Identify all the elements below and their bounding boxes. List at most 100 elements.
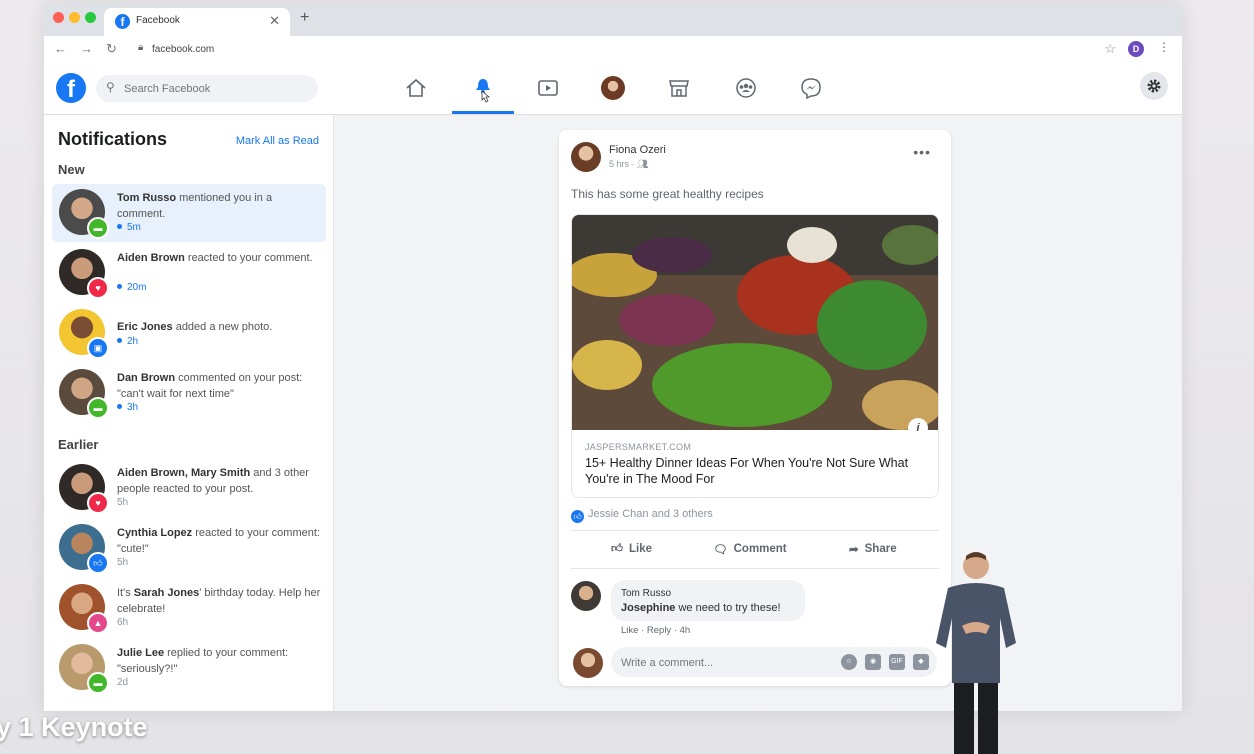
love-badge-icon: ♥	[87, 277, 109, 299]
notification-item[interactable]: 👍︎ Cynthia Lopez reacted to your comment…	[52, 519, 326, 577]
reload-icon[interactable]: ↻	[106, 41, 117, 57]
marketplace-icon	[669, 80, 689, 97]
comment-actions: Like · Reply · 4h	[621, 625, 691, 636]
search-input[interactable]	[122, 79, 306, 99]
maximize-window-button[interactable]	[85, 12, 96, 23]
link-preview-card[interactable]: i JASPERSMARKET.COM 15+ Healthy Dinner I…	[571, 214, 939, 498]
like-button[interactable]: 👍︎ Like	[611, 542, 652, 556]
notification-text: Aiden Brown, Mary Smith and 3 other peop…	[117, 467, 309, 495]
close-tab-icon[interactable]: ✕	[269, 13, 280, 29]
bookmark-star-icon[interactable]: ☆	[1104, 41, 1116, 57]
notification-text: Cynthia Lopez reacted to your comment: "…	[117, 527, 320, 555]
nav-groups[interactable]	[726, 73, 766, 103]
nav-watch[interactable]	[528, 73, 568, 103]
notification-text: Tom Russo mentioned you in a comment.	[117, 192, 273, 220]
notification-item[interactable]: ▲ It's Sarah Jones' birthday today. Help…	[52, 579, 326, 637]
notification-item[interactable]: ▬ Dan Brown commented on your post: "can…	[52, 364, 326, 422]
browser-tab[interactable]: f Facebook ✕	[104, 8, 290, 36]
notification-item[interactable]: ♥ Aiden Brown reacted to your comment. 2…	[52, 244, 326, 302]
minimize-window-button[interactable]	[69, 12, 80, 23]
notification-time: 6h	[117, 617, 129, 628]
browser-menu-icon[interactable]: ⋮	[1158, 40, 1170, 54]
thumbs-up-icon: 👍︎	[611, 543, 624, 555]
author-name[interactable]: Fiona Ozeri	[609, 144, 666, 156]
comment-icon: 🗨︎	[713, 544, 728, 556]
mark-all-read-link[interactable]: Mark All as Read	[236, 135, 319, 147]
settings-button[interactable]	[1140, 72, 1168, 100]
divider	[571, 568, 939, 569]
camera-icon[interactable]: ◉	[865, 654, 881, 670]
search-icon: ⚲	[106, 80, 115, 94]
like-reaction-icon: 👍︎	[571, 510, 584, 523]
reaction-summary[interactable]: 👍︎ Jessie Chan and 3 others	[571, 508, 713, 523]
url-field[interactable]: 🔒︎ facebook.com	[136, 39, 1081, 60]
post-options-button[interactable]: •••	[913, 144, 931, 160]
close-window-button[interactable]	[53, 12, 64, 23]
notification-time: 3h	[117, 402, 138, 413]
share-icon: ➦	[849, 544, 859, 556]
comment-input[interactable]	[619, 653, 833, 673]
emoji-icon[interactable]: ☺	[841, 654, 857, 670]
notification-time: 2h	[117, 336, 138, 347]
share-button[interactable]: ➦ Share	[849, 542, 897, 556]
comment-tools: ☺ ◉ GIF ◆	[841, 654, 929, 670]
sticker-icon[interactable]: ◆	[913, 654, 929, 670]
nav-notifications[interactable]	[463, 73, 503, 103]
lock-icon: 🔒︎	[138, 42, 144, 53]
facebook-logo-icon[interactable]: f	[56, 73, 86, 103]
gear-icon	[1147, 79, 1161, 93]
address-bar: ← → ↻ 🔒︎ facebook.com ☆ D ⋮	[44, 36, 1182, 65]
commenter-avatar[interactable]	[571, 581, 601, 611]
link-title: 15+ Healthy Dinner Ideas For When You're…	[585, 456, 909, 486]
birthday-badge-icon: ▲	[87, 612, 109, 634]
info-icon[interactable]: i	[908, 418, 928, 438]
comment-text: Josephine we need to try these!	[621, 602, 781, 614]
back-icon[interactable]: ←	[54, 41, 67, 56]
presenter-figure	[936, 552, 1016, 754]
new-tab-button[interactable]: +	[300, 9, 309, 27]
author-avatar[interactable]	[571, 142, 601, 172]
notification-item[interactable]: ▬ Julie Lee replied to your comment: "se…	[52, 639, 326, 697]
watch-icon	[538, 80, 558, 96]
search-bar[interactable]: ⚲	[96, 75, 318, 102]
link-domain: JASPERSMARKET.COM	[585, 442, 692, 452]
notification-time: 5h	[117, 557, 129, 568]
comment-author[interactable]: Tom Russo	[621, 588, 671, 599]
profile-avatar	[601, 76, 625, 100]
section-new-label: New	[58, 162, 85, 177]
notifications-panel: Notifications Mark All as Read New ▬ Tom…	[44, 115, 334, 711]
comment-button[interactable]: 🗨︎ Comment	[713, 542, 787, 556]
groups-icon	[736, 78, 756, 98]
facebook-favicon-icon: f	[115, 14, 130, 29]
nav-marketplace[interactable]	[659, 73, 699, 103]
friends-audience-icon: 👥︎	[637, 159, 649, 169]
write-comment-box[interactable]: ☺ ◉ GIF ◆	[611, 647, 937, 677]
post-text: This has some great healthy recipes	[571, 187, 764, 201]
comment-reply-link[interactable]: Reply	[647, 625, 671, 636]
love-badge-icon: ♥	[87, 492, 109, 514]
photo-badge-icon: ▣	[87, 337, 109, 359]
notification-item[interactable]: ♥ Aiden Brown, Mary Smith and 3 other pe…	[52, 459, 326, 517]
tab-strip: f Facebook ✕ +	[44, 3, 1182, 36]
post-meta: 5 hrs · 👥︎	[609, 159, 649, 169]
comment-badge-icon: ▬	[87, 397, 109, 419]
nav-profile[interactable]	[593, 73, 633, 103]
comment-like-link[interactable]: Like	[621, 625, 638, 636]
comment-badge-icon: ▬	[87, 217, 109, 239]
gif-icon[interactable]: GIF	[889, 654, 905, 670]
comment-time: 4h	[679, 625, 691, 636]
notification-time: 20m	[117, 282, 146, 293]
notification-item[interactable]: ▬ Tom Russo mentioned you in a comment. …	[52, 184, 326, 242]
active-tab-indicator	[452, 111, 514, 114]
keynote-caption: y 1 Keynote	[0, 712, 148, 742]
comment-bubble: Tom Russo Josephine we need to try these…	[611, 580, 805, 621]
nav-home[interactable]	[396, 73, 436, 103]
browser-profile-avatar[interactable]: D	[1128, 41, 1144, 57]
notification-time: 5h	[117, 497, 129, 508]
section-earlier-label: Earlier	[58, 437, 99, 452]
notification-time: 2d	[117, 677, 129, 688]
forward-icon[interactable]: →	[80, 41, 93, 56]
nav-messenger[interactable]	[791, 73, 831, 103]
notification-item[interactable]: ▣ Eric Jones added a new photo. 2h	[52, 304, 326, 362]
feed-post: Fiona Ozeri 5 hrs · 👥︎ ••• This has some…	[559, 130, 951, 686]
